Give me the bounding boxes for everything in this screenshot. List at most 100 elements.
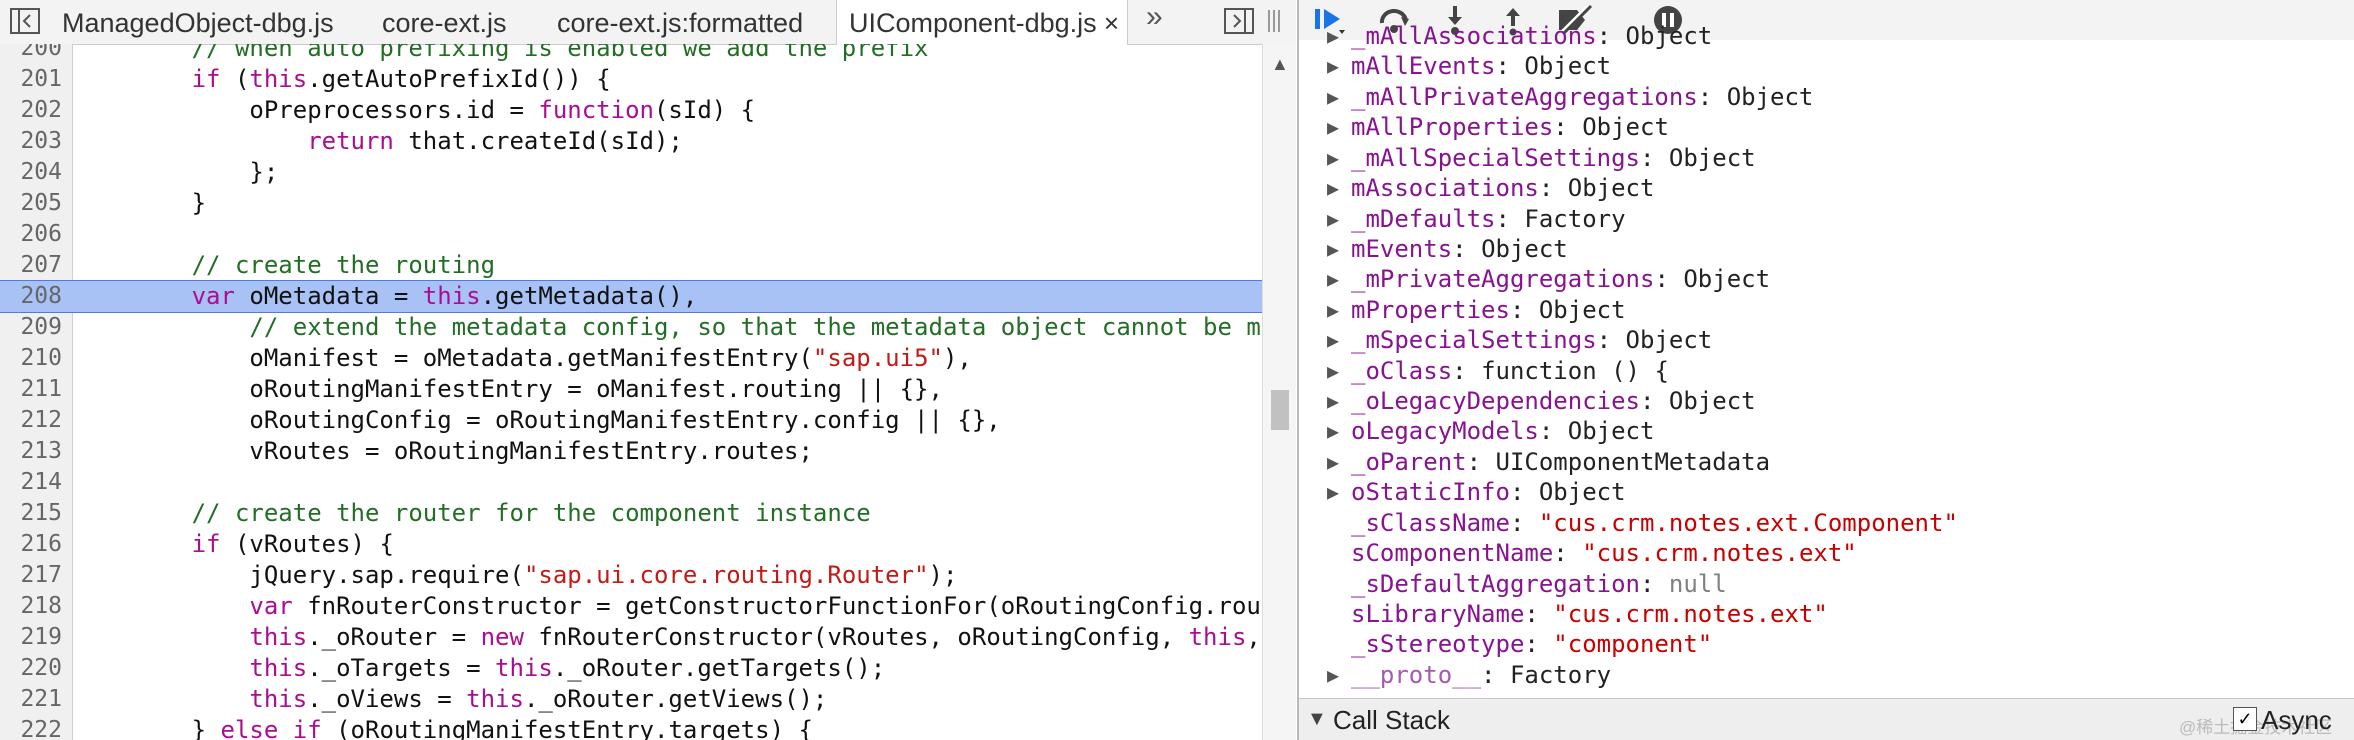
line-number[interactable]: 204 <box>0 157 62 188</box>
toggle-navigator-icon[interactable] <box>10 8 40 34</box>
line-number[interactable]: 218 <box>0 591 62 622</box>
scope-property-row[interactable]: ▶ mAllProperties: Object <box>1299 112 2354 142</box>
scope-property-row[interactable]: ▶ _mAllPrivateAggregations: Object <box>1299 82 2354 112</box>
line-number[interactable]: 216 <box>0 529 62 560</box>
code-line-current-breakpoint[interactable]: 208 var oMetadata = this.getMetadata(), <box>0 280 1263 313</box>
code-line[interactable]: 218 var fnRouterConstructor = getConstru… <box>0 591 1262 622</box>
scrollbar-thumb[interactable] <box>1271 390 1289 430</box>
expand-triangle-icon[interactable]: ▶ <box>1327 51 1339 81</box>
line-number[interactable]: 203 <box>0 126 62 157</box>
scope-property-row[interactable]: ▶ _oLegacyDependencies: Object <box>1299 386 2354 416</box>
scope-property-row[interactable]: ▶ mProperties: Object <box>1299 295 2354 325</box>
code-line[interactable]: 207 // create the routing <box>0 250 1262 281</box>
scope-property-row[interactable]: ▶ _mDefaults: Factory <box>1299 204 2354 234</box>
tab-managedobject-dbg[interactable]: ManagedObject-dbg.js <box>50 0 346 44</box>
code-line[interactable]: 216 if (vRoutes) { <box>0 529 1262 560</box>
code-line[interactable]: 221 this._oViews = this._oRouter.getView… <box>0 684 1262 715</box>
line-number[interactable]: 205 <box>0 188 62 219</box>
more-tabs-icon[interactable]: » <box>1146 2 1163 32</box>
scope-property-row[interactable]: _sDefaultAggregation: null <box>1299 569 2354 599</box>
expand-triangle-icon[interactable]: ▶ <box>1327 325 1339 355</box>
code-line[interactable]: 202 oPreprocessors.id = function(sId) { <box>0 95 1262 126</box>
collapse-triangle-icon[interactable]: ▼ <box>1307 708 1327 731</box>
scope-property-row[interactable]: ▶ _mPrivateAggregations: Object <box>1299 264 2354 294</box>
code-line[interactable]: 212 oRoutingConfig = oRoutingManifestEnt… <box>0 405 1262 436</box>
scope-property-row[interactable]: ▶ _oParent: UIComponentMetadata <box>1299 447 2354 477</box>
code-line[interactable]: 203 return that.createId(sId); <box>0 126 1262 157</box>
expand-triangle-icon[interactable]: ▶ <box>1327 173 1339 203</box>
line-number[interactable]: 222 <box>0 715 62 740</box>
line-number[interactable]: 214 <box>0 467 62 498</box>
code-line[interactable]: 206 <box>0 219 1262 250</box>
line-number[interactable]: 219 <box>0 622 62 653</box>
expand-triangle-icon[interactable]: ▶ <box>1327 234 1339 264</box>
expand-triangle-icon[interactable]: ▶ <box>1327 264 1339 294</box>
tab-core-ext[interactable]: core-ext.js <box>370 0 519 44</box>
line-number[interactable]: 201 <box>0 64 62 95</box>
expand-triangle-icon[interactable]: ▶ <box>1327 477 1339 507</box>
code-line[interactable]: 214 <box>0 467 1262 498</box>
expand-triangle-icon[interactable]: ▶ <box>1327 356 1339 386</box>
scope-property-row[interactable]: ▶ oStaticInfo: Object <box>1299 477 2354 507</box>
code-line[interactable]: 205 } <box>0 188 1262 219</box>
line-number[interactable]: 200 <box>0 44 62 64</box>
code-line[interactable]: 215 // create the router for the compone… <box>0 498 1262 529</box>
scope-property-row[interactable]: ▶ mEvents: Object <box>1299 234 2354 264</box>
line-number[interactable]: 209 <box>0 312 62 343</box>
close-tab-icon[interactable]: × <box>1104 0 1119 46</box>
tab-core-ext-formatted[interactable]: core-ext.js:formatted <box>545 0 815 44</box>
line-number[interactable]: 213 <box>0 436 62 467</box>
scope-property-row[interactable]: sLibraryName: "cus.crm.notes.ext" <box>1299 599 2354 629</box>
expand-triangle-icon[interactable]: ▶ <box>1327 21 1339 51</box>
expand-triangle-icon[interactable]: ▶ <box>1327 386 1339 416</box>
scope-property-row[interactable]: _sStereotype: "component" <box>1299 629 2354 659</box>
code-line[interactable]: 201 if (this.getAutoPrefixId()) { <box>0 64 1262 95</box>
expand-triangle-icon[interactable]: ▶ <box>1327 416 1339 446</box>
code-line[interactable]: 204 }; <box>0 157 1262 188</box>
toggle-debugger-sidebar-icon[interactable] <box>1224 8 1254 34</box>
expand-triangle-icon[interactable]: ▶ <box>1327 112 1339 142</box>
expand-triangle-icon[interactable]: ▶ <box>1327 204 1339 234</box>
code-line[interactable]: 211 oRoutingManifestEntry = oManifest.ro… <box>0 374 1262 405</box>
line-number[interactable]: 211 <box>0 374 62 405</box>
expand-triangle-icon[interactable]: ▶ <box>1327 295 1339 325</box>
code-line[interactable]: 210 oManifest = oMetadata.getManifestEnt… <box>0 343 1262 374</box>
scope-property-row[interactable]: ▶ _oClass: function () { <box>1299 356 2354 386</box>
line-number[interactable]: 202 <box>0 95 62 126</box>
line-number[interactable]: 210 <box>0 343 62 374</box>
line-number[interactable]: 212 <box>0 405 62 436</box>
expand-triangle-icon[interactable]: ▶ <box>1327 82 1339 112</box>
code-line[interactable]: 222 } else if (oRoutingManifestEntry.tar… <box>0 715 1262 740</box>
line-number[interactable]: 207 <box>0 250 62 281</box>
line-number[interactable]: 206 <box>0 219 62 250</box>
scope-property-row[interactable]: ▶ _mAllSpecialSettings: Object <box>1299 143 2354 173</box>
expand-triangle-icon[interactable]: ▶ <box>1327 143 1339 173</box>
scope-property-row[interactable]: _sClassName: "cus.crm.notes.ext.Componen… <box>1299 508 2354 538</box>
code-line[interactable]: 200 // when auto prefixing is enabled we… <box>0 44 1262 64</box>
scope-property-row[interactable]: ▶ __proto__: Factory <box>1299 660 2354 690</box>
expand-triangle-icon[interactable]: ▶ <box>1327 660 1339 690</box>
call-stack-header[interactable]: ▼ Call Stack @稀土掘金技术社区 ✓ Async <box>1299 698 2354 740</box>
code-line[interactable]: 217 jQuery.sap.require("sap.ui.core.rout… <box>0 560 1262 591</box>
line-number[interactable]: 220 <box>0 653 62 684</box>
editor-vertical-scrollbar[interactable]: ▲ <box>1262 44 1296 740</box>
line-number[interactable]: 217 <box>0 560 62 591</box>
scope-property-row[interactable]: ▶ mAssociations: Object <box>1299 173 2354 203</box>
line-number[interactable]: 208 <box>0 281 62 312</box>
code-line[interactable]: 220 this._oTargets = this._oRouter.getTa… <box>0 653 1262 684</box>
scope-property-row[interactable]: ▶ _mAllAssociations: Object <box>1299 21 2354 51</box>
line-number[interactable]: 215 <box>0 498 62 529</box>
scope-property-row[interactable]: ▶ _mSpecialSettings: Object <box>1299 325 2354 355</box>
code-line[interactable]: 209 // extend the metadata config, so th… <box>0 312 1262 343</box>
tab-uicomponent-dbg[interactable]: UIComponent-dbg.js × <box>836 0 1128 45</box>
expand-triangle-icon[interactable]: ▶ <box>1327 447 1339 477</box>
scope-property-row[interactable]: ▶ mAllEvents: Object <box>1299 51 2354 81</box>
code-line[interactable]: 213 vRoutes = oRoutingManifestEntry.rout… <box>0 436 1262 467</box>
code-line[interactable]: 219 this._oRouter = new fnRouterConstruc… <box>0 622 1262 653</box>
scroll-up-arrow-icon[interactable]: ▲ <box>1271 54 1289 75</box>
pane-resize-grip-icon[interactable] <box>1266 8 1280 34</box>
code-viewer[interactable]: 200 // when auto prefixing is enabled we… <box>0 44 1296 740</box>
async-checkbox[interactable]: ✓ <box>2233 707 2257 731</box>
line-number[interactable]: 221 <box>0 684 62 715</box>
scope-property-row[interactable]: sComponentName: "cus.crm.notes.ext" <box>1299 538 2354 568</box>
